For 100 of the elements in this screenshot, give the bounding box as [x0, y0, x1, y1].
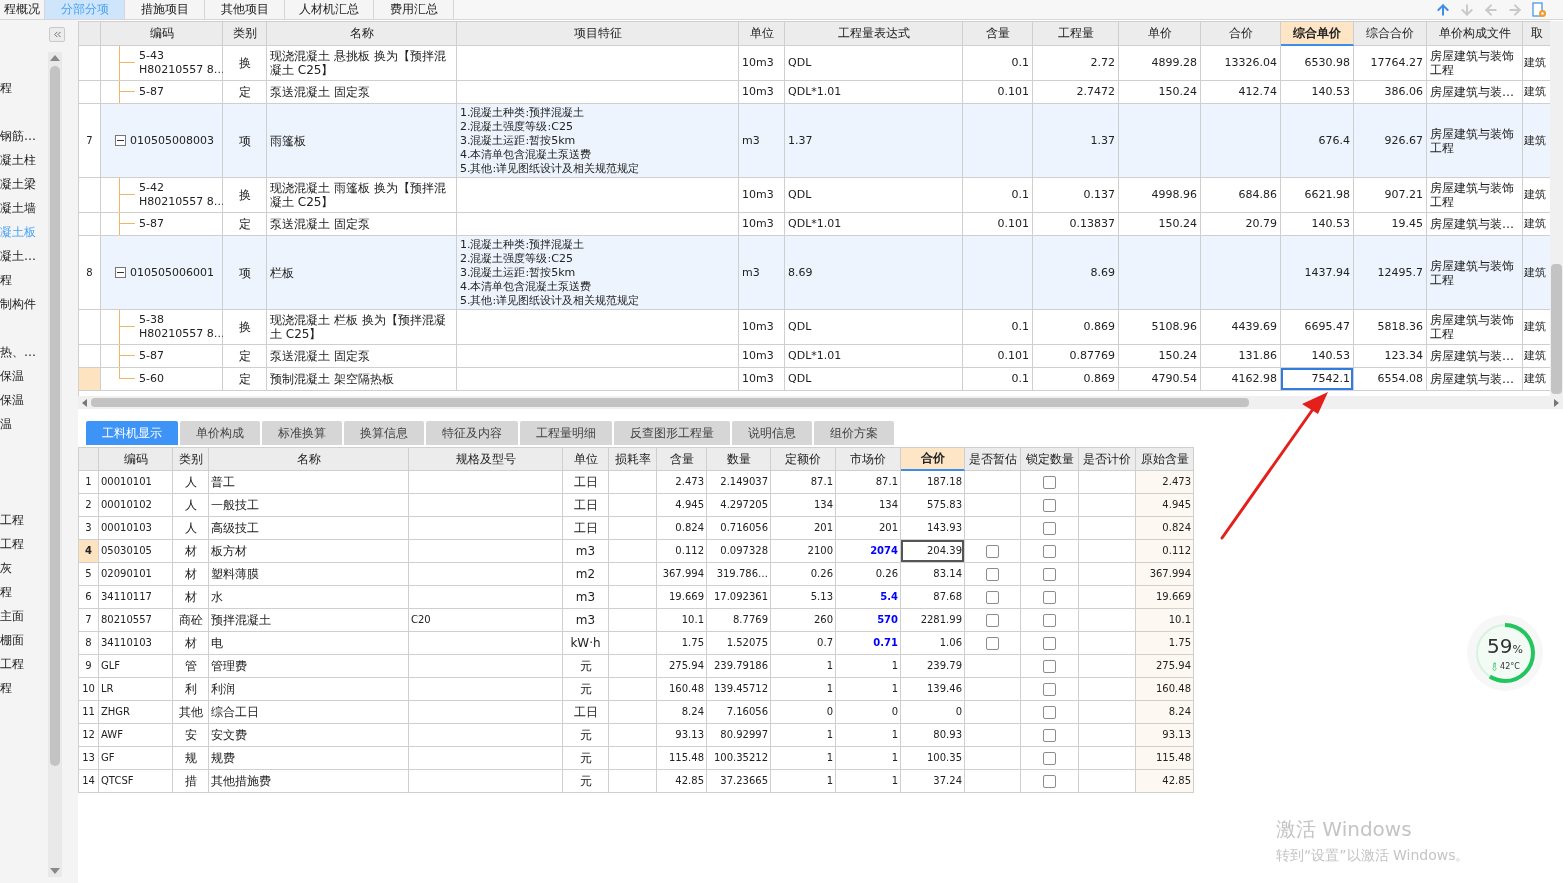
column-header[interactable]: 工程量 — [1033, 21, 1119, 46]
table-cell: 0.137 — [1033, 178, 1119, 213]
scrollbar[interactable] — [78, 396, 1563, 409]
checkbox[interactable] — [1043, 567, 1056, 581]
sidebar-item[interactable]: 工程 — [0, 652, 48, 676]
column-header[interactable]: 编码 — [99, 447, 173, 471]
sidebar-item[interactable]: 主面 — [0, 604, 48, 628]
column-header[interactable]: 原始含量 — [1136, 447, 1194, 471]
column-header[interactable]: 单价 — [1119, 21, 1201, 46]
column-header[interactable]: 规格及型号 — [409, 447, 563, 471]
column-header[interactable]: 综合合价 — [1354, 21, 1427, 46]
row-number: 10 — [79, 678, 99, 701]
checkbox[interactable] — [986, 590, 999, 604]
column-header[interactable]: 类别 — [223, 21, 267, 46]
sidebar-item[interactable]: 棚面 — [0, 628, 48, 652]
collapse-toggle-icon[interactable] — [115, 267, 126, 278]
checkbox[interactable] — [986, 613, 999, 627]
checkbox[interactable] — [986, 544, 999, 558]
sidebar-item[interactable]: 保温 — [0, 364, 48, 388]
checkbox[interactable] — [1043, 682, 1056, 696]
checkbox[interactable] — [1043, 751, 1056, 765]
sidebar-item[interactable]: 制构件 — [0, 292, 48, 316]
checkbox[interactable] — [1043, 613, 1056, 627]
column-header[interactable]: 综合单价 — [1281, 21, 1354, 46]
scrollbar[interactable] — [1550, 21, 1563, 396]
sidebar-item[interactable]: 凝土墙 — [0, 196, 48, 220]
column-header[interactable]: 名称 — [209, 447, 409, 471]
tab[interactable]: 特征及内容 — [426, 421, 518, 445]
column-header[interactable]: 取 — [1523, 21, 1551, 46]
checkbox[interactable] — [1043, 475, 1056, 489]
tab[interactable]: 工程量明细 — [520, 421, 612, 445]
table-cell: 人 — [173, 494, 209, 517]
table-cell: 1.75 — [657, 632, 707, 655]
column-header[interactable]: 类别 — [173, 447, 209, 471]
column-header[interactable]: 合价 — [1201, 21, 1281, 46]
tab[interactable]: 单价构成 — [180, 421, 260, 445]
tab[interactable]: 组价方案 — [814, 421, 894, 445]
sidebar-item[interactable]: 程 — [0, 76, 48, 100]
sidebar-item[interactable]: 凝土梁 — [0, 172, 48, 196]
column-header[interactable]: 单价构成文件 — [1427, 21, 1523, 46]
table-cell: 0.824 — [657, 517, 707, 540]
column-header[interactable]: 定额价 — [771, 447, 836, 471]
column-header[interactable]: 是否暂估 — [965, 447, 1021, 471]
document-gear-icon[interactable] — [1531, 1, 1547, 18]
table-cell: QDL — [785, 368, 963, 391]
column-header[interactable]: 是否计价 — [1079, 447, 1136, 471]
checkbox[interactable] — [1043, 521, 1056, 535]
column-header[interactable]: 数量 — [707, 447, 771, 471]
column-header[interactable]: 合价 — [901, 447, 965, 471]
table-cell: LR — [99, 678, 173, 701]
sidebar-item[interactable]: 凝土柱 — [0, 148, 48, 172]
table-cell: QDL*1.01 — [785, 81, 963, 104]
column-header[interactable]: 名称 — [267, 21, 457, 46]
table-cell: 0.71 — [836, 632, 901, 655]
checkbox[interactable] — [1043, 705, 1056, 719]
sidebar-item[interactable]: 凝土… — [0, 244, 48, 268]
tab[interactable]: 说明信息 — [732, 421, 812, 445]
checkbox[interactable] — [986, 567, 999, 581]
checkbox[interactable] — [1043, 498, 1056, 512]
table-cell: 37.24 — [901, 770, 965, 793]
sidebar-item[interactable]: 保温 — [0, 388, 48, 412]
column-header[interactable]: 编码 — [101, 21, 223, 46]
column-header[interactable]: 锁定数量 — [1021, 447, 1079, 471]
item-code: 5-42 H80210557 8… — [139, 181, 225, 209]
sidebar-item[interactable]: 工程 — [0, 532, 48, 556]
sidebar-item[interactable]: 程 — [0, 676, 48, 700]
checkbox[interactable] — [1043, 659, 1056, 673]
tab[interactable]: 换算信息 — [344, 421, 424, 445]
sidebar-item[interactable]: 钢筋… — [0, 124, 48, 148]
collapse-button[interactable] — [49, 27, 65, 42]
sidebar-item[interactable]: 程 — [0, 268, 48, 292]
table-cell: m3 — [563, 540, 609, 563]
move-up-icon[interactable] — [1435, 1, 1451, 18]
checkbox[interactable] — [1043, 774, 1056, 788]
column-header[interactable]: 含量 — [657, 447, 707, 471]
sidebar-item[interactable]: 程 — [0, 580, 48, 604]
collapse-toggle-icon[interactable] — [115, 135, 126, 146]
column-header[interactable]: 损耗率 — [609, 447, 657, 471]
performance-widget[interactable]: 59% 42°C — [1467, 615, 1543, 691]
scrollbar[interactable] — [48, 52, 62, 877]
table-cell: 工日 — [563, 701, 609, 724]
table-cell: 1 — [771, 747, 836, 770]
tab[interactable]: 标准换算 — [262, 421, 342, 445]
checkbox[interactable] — [1043, 544, 1056, 558]
column-header[interactable]: 单位 — [739, 21, 785, 46]
column-header[interactable]: 工程量表达式 — [785, 21, 963, 46]
checkbox[interactable] — [986, 636, 999, 650]
column-header[interactable]: 项目特征 — [457, 21, 739, 46]
checkbox[interactable] — [1043, 728, 1056, 742]
column-header[interactable]: 含量 — [963, 21, 1033, 46]
tab[interactable]: 反查图形工程量 — [614, 421, 730, 445]
sidebar-item[interactable]: 工程 — [0, 508, 48, 532]
column-header[interactable]: 市场价 — [836, 447, 901, 471]
table-cell — [609, 770, 657, 793]
checkbox[interactable] — [1043, 590, 1056, 604]
sidebar-item[interactable]: 温 — [0, 412, 48, 436]
checkbox[interactable] — [1043, 636, 1056, 650]
column-header[interactable]: 单位 — [563, 447, 609, 471]
sidebar-item[interactable]: 热、… — [0, 340, 48, 364]
sidebar-item[interactable]: 灰 — [0, 556, 48, 580]
